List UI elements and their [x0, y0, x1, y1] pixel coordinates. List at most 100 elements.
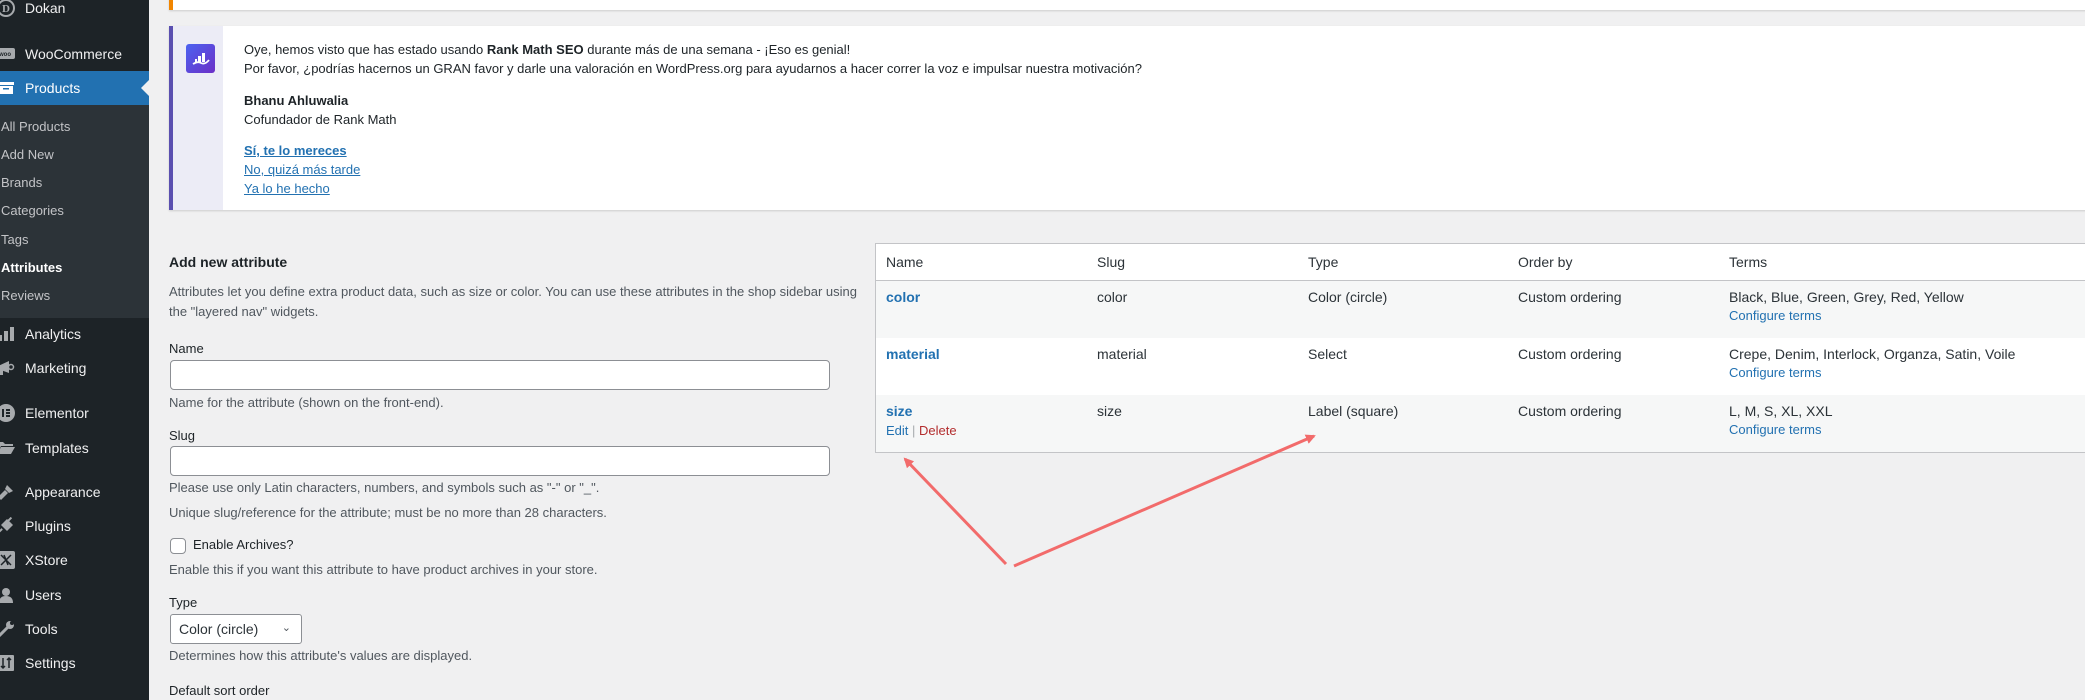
delete-link[interactable]: Delete: [919, 423, 957, 438]
rate-later-link[interactable]: No, quizá más tarde: [244, 160, 1142, 179]
products-icon: [0, 78, 16, 98]
notice-line-1: Oye, hemos visto que has estado usando R…: [244, 42, 851, 57]
rank-math-logo-icon: [186, 44, 215, 73]
chevron-down-icon: ⌄: [281, 622, 291, 634]
xstore-icon: [0, 550, 16, 570]
terms-list: Crepe, Denim, Interlock, Organza, Satin,…: [1729, 346, 2016, 362]
col-type: Type: [1308, 254, 1339, 270]
attribute-terms: Black, Blue, Green, Grey, Red, Yellow Co…: [1729, 289, 1964, 323]
col-slug: Slug: [1097, 254, 1126, 270]
elementor-icon: [0, 403, 16, 423]
arrow-to-type-column: [1013, 434, 1316, 568]
rank-math-review-notice: Oye, hemos visto que has estado usando R…: [169, 26, 2085, 210]
sidebar-item-templates[interactable]: Templates: [0, 431, 149, 465]
paintbrush-icon: [0, 482, 16, 502]
sidebar-item-appearance[interactable]: Appearance: [0, 475, 149, 509]
admin-notice-warning: [169, 0, 2085, 10]
notice-author-role: Cofundador de Rank Math: [244, 112, 397, 127]
notice-content: Oye, hemos visto que has estado usando R…: [244, 40, 1142, 198]
folder-icon: [0, 438, 16, 458]
sidebar-item-settings[interactable]: Settings: [0, 646, 149, 680]
notice-links: Sí, te lo mereces No, quizá más tarde Ya…: [244, 141, 1142, 198]
submenu-tags[interactable]: Tags: [1, 228, 28, 250]
col-name[interactable]: Name: [886, 254, 923, 270]
attribute-slug: size: [1097, 403, 1122, 419]
edit-link[interactable]: Edit: [886, 423, 908, 438]
terms-list: Black, Blue, Green, Grey, Red, Yellow: [1729, 289, 1964, 305]
name-help: Name for the attribute (shown on the fro…: [169, 395, 444, 410]
slug-label: Slug: [169, 428, 196, 443]
col-terms: Terms: [1729, 254, 1768, 270]
default-sort-label: Default sort order: [169, 683, 270, 698]
attribute-type: Select: [1308, 346, 1347, 362]
arrow-to-edit-delete: [903, 457, 1008, 566]
row-actions: Edit | Delete: [886, 423, 957, 438]
sidebar-item-tools[interactable]: Tools: [0, 612, 149, 646]
sidebar-item-woocommerce[interactable]: woo WooCommerce: [0, 37, 149, 71]
attribute-slug: color: [1097, 289, 1128, 305]
attributes-table: Name Slug Type Order by Terms color colo…: [875, 243, 2085, 453]
analytics-icon: [0, 324, 16, 344]
table-row: size Edit | Delete size Label (square) C…: [876, 395, 2085, 452]
terms-list: L, M, S, XL, XXL: [1729, 403, 1833, 419]
svg-text:D: D: [2, 3, 10, 15]
table-header: Name Slug Type Order by Terms: [876, 244, 2085, 281]
notice-line-2: Por favor, ¿podrías hacernos un GRAN fav…: [244, 61, 1142, 76]
submenu-add-new[interactable]: Add New: [1, 143, 54, 165]
wrench-icon: [0, 619, 16, 639]
name-input[interactable]: [170, 360, 830, 390]
notice-author: Bhanu Ahluwalia: [244, 93, 349, 108]
attribute-name-cell: size Edit | Delete: [886, 403, 957, 438]
configure-terms-link[interactable]: Configure terms: [1729, 422, 1833, 437]
attribute-order-by: Custom ordering: [1518, 403, 1622, 419]
sidebar-item-elementor[interactable]: Elementor: [0, 396, 149, 430]
attribute-type: Label (square): [1308, 403, 1399, 419]
enable-archives-checkbox[interactable]: [170, 538, 186, 554]
table-row: material material Select Custom ordering…: [876, 338, 2085, 395]
attribute-name-link[interactable]: color: [886, 289, 920, 305]
sidebar-item-marketing[interactable]: Marketing: [0, 351, 149, 385]
attribute-name-link[interactable]: size: [886, 403, 957, 419]
slug-input[interactable]: [170, 446, 830, 476]
enable-archives-label[interactable]: Enable Archives?: [193, 537, 293, 552]
attribute-terms: L, M, S, XL, XXL Configure terms: [1729, 403, 1833, 437]
configure-terms-link[interactable]: Configure terms: [1729, 308, 1964, 323]
submenu-attributes[interactable]: Attributes: [1, 256, 62, 278]
attribute-order-by: Custom ordering: [1518, 289, 1622, 305]
rate-yes-link[interactable]: Sí, te lo mereces: [244, 141, 1142, 160]
plug-icon: [0, 516, 16, 536]
sidebar-item-dokan[interactable]: D Dokan: [0, 0, 149, 25]
woocommerce-icon: woo: [0, 44, 16, 64]
submenu-reviews[interactable]: Reviews: [1, 284, 50, 306]
sidebar-item-users[interactable]: Users: [0, 578, 149, 612]
slug-help-2: Unique slug/reference for the attribute;…: [169, 505, 607, 520]
attribute-order-by: Custom ordering: [1518, 346, 1622, 362]
attribute-slug: material: [1097, 346, 1147, 362]
sidebar-item-plugins[interactable]: Plugins: [0, 509, 149, 543]
name-label: Name: [169, 341, 204, 356]
slug-help-1: Please use only Latin characters, number…: [169, 480, 600, 495]
type-label: Type: [169, 595, 198, 610]
settings-icon: [0, 653, 16, 673]
submenu-all-products[interactable]: All Products: [1, 115, 70, 137]
products-submenu: All Products Add New Brands Categories T…: [0, 105, 149, 318]
type-select-value: Color (circle): [179, 621, 259, 637]
form-intro: Attributes let you define extra product …: [169, 284, 857, 319]
type-select[interactable]: Color (circle) ⌄: [170, 614, 302, 644]
sidebar-item-xstore[interactable]: XStore: [0, 543, 149, 577]
action-separator: |: [912, 423, 916, 438]
megaphone-icon: [0, 358, 16, 378]
configure-terms-link[interactable]: Configure terms: [1729, 365, 2015, 380]
table-row: color color Color (circle) Custom orderi…: [876, 281, 2085, 338]
attribute-type: Color (circle): [1308, 289, 1388, 305]
submenu-brands[interactable]: Brands: [1, 171, 42, 193]
sidebar-item-analytics[interactable]: Analytics: [0, 317, 149, 351]
dokan-icon: D: [0, 0, 16, 18]
svg-text:woo: woo: [0, 52, 11, 58]
attribute-name-link[interactable]: material: [886, 346, 940, 362]
user-icon: [0, 585, 16, 605]
sidebar-item-products[interactable]: Products: [0, 71, 149, 105]
form-title: Add new attribute: [169, 254, 288, 270]
rate-done-link[interactable]: Ya lo he hecho: [244, 179, 1142, 198]
submenu-categories[interactable]: Categories: [1, 199, 64, 221]
